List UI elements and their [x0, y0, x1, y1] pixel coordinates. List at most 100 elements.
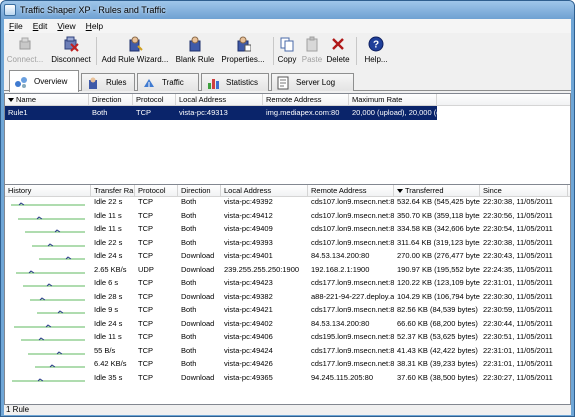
- traffic-cell-since: 22:30:38, 11/05/2011: [483, 197, 553, 207]
- rule-row[interactable]: Rule1 Both TCP vista-pc:49313 img.mediap…: [5, 106, 437, 120]
- blank-rule-button[interactable]: Blank Rule: [173, 34, 217, 68]
- traffic-cell-history: [5, 224, 91, 237]
- disconnect-button[interactable]: Disconnect: [46, 34, 96, 68]
- traffic-cell-local-address: vista-pc:49393: [224, 237, 273, 247]
- history-sparkline: [18, 216, 85, 220]
- delete-button[interactable]: Delete: [324, 34, 352, 68]
- tab-overview[interactable]: Overview: [9, 70, 79, 92]
- traffic-col-protocol[interactable]: Protocol: [135, 185, 178, 196]
- traffic-row[interactable]: Idle 22 s TCP Both vista-pc:49392 cds107.lon…: [5, 197, 570, 211]
- traffic-cell-direction: Download: [181, 264, 215, 274]
- traffic-cell-transferred: 104.29 KB (106,794 bytes): [397, 291, 480, 301]
- traffic-cell-direction: Both: [181, 278, 197, 288]
- tab-strip: Overview Rules Traffic Statistics Server…: [4, 69, 571, 92]
- traffic-col-transferred[interactable]: Transferred: [394, 185, 480, 196]
- svg-text:?: ?: [373, 40, 379, 51]
- history-sparkline: [11, 202, 85, 206]
- traffic-row[interactable]: Idle 11 s TCP Both vista-pc:49409 cds107.lon…: [5, 224, 570, 238]
- traffic-col-remote-address[interactable]: Remote Address: [308, 185, 394, 196]
- traffic-cell-transferred: 82.56 KB (84,539 bytes): [397, 305, 478, 315]
- traffic-cell-local-address: vista-pc:49426: [224, 359, 273, 369]
- history-sparkline: [28, 351, 85, 355]
- title-bar[interactable]: Traffic Shaper XP - Rules and Traffic: [1, 1, 574, 19]
- menu-help[interactable]: Help: [81, 21, 108, 31]
- blank-rule-icon: [187, 36, 203, 52]
- traffic-cell-protocol: TCP: [138, 345, 153, 355]
- traffic-cell-protocol: TCP: [138, 359, 153, 369]
- traffic-col-local-address[interactable]: Local Address: [221, 185, 308, 196]
- traffic-row[interactable]: Idle 6 s TCP Both vista-pc:49423 cds177.lon9…: [5, 278, 570, 292]
- history-sparkline: [21, 337, 85, 341]
- rules-col-protocol[interactable]: Protocol: [133, 94, 176, 105]
- connect-button[interactable]: Connect...: [4, 34, 46, 68]
- traffic-row[interactable]: Idle 28 s TCP Download vista-pc:49382 a88-22…: [5, 292, 570, 306]
- delete-icon: [330, 36, 346, 52]
- traffic-row[interactable]: 6.42 KB/s TCP Both vista-pc:49426 cds177.lon…: [5, 359, 570, 373]
- traffic-cell-since: 22:31:01, 11/05/2011: [483, 359, 553, 369]
- traffic-cell-since: 22:24:35, 11/05/2011: [483, 264, 553, 274]
- traffic-row[interactable]: Idle 11 s TCP Both vista-pc:49406 cds195.lon…: [5, 332, 570, 346]
- traffic-col-transfer-rate[interactable]: Transfer Ra: [91, 185, 135, 196]
- help-button[interactable]: ? Help...: [357, 34, 395, 68]
- rules-header: Name Direction Protocol Local Address Re…: [5, 94, 570, 106]
- traffic-row[interactable]: Idle 24 s TCP Download vista-pc:49402 84.53.…: [5, 319, 570, 333]
- traffic-cell-protocol: TCP: [138, 251, 153, 261]
- rules-col-name[interactable]: Name: [5, 94, 89, 105]
- statistics-icon: [206, 76, 220, 90]
- traffic-header: History Transfer Ra Protocol Direction L…: [5, 185, 570, 197]
- rules-col-remote-address[interactable]: Remote Address: [263, 94, 349, 105]
- traffic-cell-transfer-rate: 2.65 KB/s: [94, 264, 127, 274]
- traffic-cell-protocol: TCP: [138, 332, 153, 342]
- menu-view[interactable]: View: [52, 21, 80, 31]
- tab-statistics[interactable]: Statistics: [201, 73, 269, 91]
- traffic-col-since[interactable]: Since: [480, 185, 568, 196]
- copy-icon: [279, 36, 295, 52]
- menu-file[interactable]: File: [4, 21, 28, 31]
- traffic-cell-protocol: TCP: [138, 372, 153, 382]
- traffic-row[interactable]: Idle 11 s TCP Both vista-pc:49412 cds107.lon…: [5, 211, 570, 225]
- sort-arrow-icon: [397, 189, 403, 194]
- rules-col-maximum-rate[interactable]: Maximum Rate: [349, 94, 437, 105]
- menu-edit[interactable]: Edit: [28, 21, 53, 31]
- traffic-cell-local-address: vista-pc:49365: [224, 372, 273, 382]
- paste-button[interactable]: Paste: [300, 34, 324, 68]
- properties-button[interactable]: Properties...: [217, 34, 269, 68]
- traffic-col-history[interactable]: History: [5, 185, 91, 196]
- traffic-cell-transfer-rate: Idle 11 s: [94, 332, 122, 342]
- traffic-cell-remote-address: cds107.lon9.msecn.net:80: [311, 197, 394, 207]
- traffic-cell-transferred: 350.70 KB (359,118 bytes): [397, 210, 480, 220]
- rules-col-direction[interactable]: Direction: [89, 94, 133, 105]
- traffic-cell-protocol: TCP: [138, 305, 153, 315]
- copy-button[interactable]: Copy: [274, 34, 300, 68]
- traffic-cell-history: [5, 238, 91, 251]
- traffic-row[interactable]: 55 B/s TCP Both vista-pc:49424 cds177.lon9.m…: [5, 346, 570, 360]
- history-sparkline: [37, 310, 85, 314]
- traffic-row[interactable]: 2.65 KB/s UDP Download 239.255.255.250:1900…: [5, 265, 570, 279]
- status-text: 1 Rule: [6, 405, 30, 414]
- history-sparkline: [30, 297, 85, 301]
- traffic-row[interactable]: Idle 35 s TCP Download vista-pc:49365 94.245…: [5, 373, 570, 387]
- traffic-cell-since: 22:31:01, 11/05/2011: [483, 278, 553, 288]
- traffic-cell-protocol: UDP: [138, 264, 154, 274]
- tab-traffic[interactable]: Traffic: [137, 73, 199, 91]
- traffic-cell-history: [5, 278, 91, 291]
- traffic-cell-remote-address: cds107.lon9.msecn.net:80: [311, 237, 394, 247]
- tab-server-log[interactable]: Server Log: [271, 73, 354, 91]
- traffic-cell-transferred: 52.37 KB (53,625 bytes): [397, 332, 478, 342]
- traffic-cell-remote-address: 192.168.2.1:1900: [311, 264, 370, 274]
- history-sparkline: [32, 243, 85, 247]
- traffic-cell-since: 22:30:27, 11/05/2011: [483, 372, 553, 382]
- traffic-cell-direction: Both: [181, 197, 197, 207]
- traffic-col-direction[interactable]: Direction: [178, 185, 221, 196]
- rules-col-local-address[interactable]: Local Address: [176, 94, 263, 105]
- traffic-cell-local-address: vista-pc:49382: [224, 291, 273, 301]
- tab-rules[interactable]: Rules: [81, 73, 135, 91]
- traffic-cell-direction: Both: [181, 359, 197, 369]
- traffic-cell-direction: Both: [181, 224, 197, 234]
- traffic-cell-transferred: 120.22 KB (123,109 bytes): [397, 278, 480, 288]
- add-rule-wizard-button[interactable]: Add Rule Wizard...: [97, 34, 173, 68]
- traffic-row[interactable]: Idle 22 s TCP Both vista-pc:49393 cds107.lon…: [5, 238, 570, 252]
- traffic-row[interactable]: Idle 24 s TCP Download vista-pc:49401 84.53.…: [5, 251, 570, 265]
- traffic-cell-transfer-rate: Idle 11 s: [94, 210, 122, 220]
- traffic-row[interactable]: Idle 9 s TCP Both vista-pc:49421 cds177.lon9…: [5, 305, 570, 319]
